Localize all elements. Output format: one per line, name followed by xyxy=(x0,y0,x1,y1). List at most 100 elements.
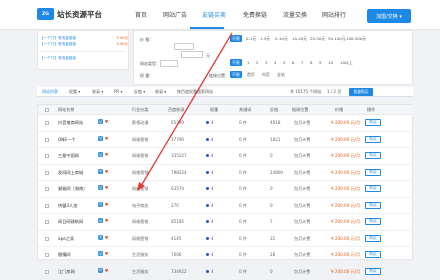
row-checkbox[interactable] xyxy=(45,204,49,208)
weight-option[interactable]: 6 xyxy=(292,60,294,65)
row-checkbox[interactable] xyxy=(45,253,49,257)
search-by-weight-link[interactable]: 按百度权重搜索网站 xyxy=(177,89,213,95)
link-option[interactable]: 首页 xyxy=(247,72,255,78)
price-option[interactable]: 10-20元 xyxy=(292,36,307,42)
tab-sort-index[interactable]: 收录 ▾ xyxy=(92,89,103,95)
table-row[interactable]: ONE一个 V ♥ 网络营销 17790 4 0 件 1821 包月计费 ¥ 2… xyxy=(38,132,414,149)
promo-row[interactable]: 【一个门】有流量链接 3.00元 xyxy=(40,36,128,41)
row-checkbox[interactable] xyxy=(45,171,49,175)
promo-row[interactable]: 【一个门】有流量链接 3.00元 xyxy=(40,42,128,47)
nav-traffic-exchange[interactable]: 流量交换 xyxy=(283,10,307,19)
site-name[interactable]: 网日网建筑网 xyxy=(58,219,83,225)
table-row[interactable]: 江门房网 V ♥ 生活服务 734922 4 0 件 0 包月计费 ¥ 200.… xyxy=(38,264,414,280)
buy-button[interactable]: 购买 xyxy=(365,251,381,258)
weight-icon xyxy=(206,220,209,223)
price-option[interactable]: 5-10元 xyxy=(275,36,288,42)
site-logo[interactable]: ZG 站长资源平台 xyxy=(37,8,102,20)
price-option[interactable]: 100-500元 xyxy=(346,36,366,42)
nav-ranking[interactable]: 网站排行 xyxy=(322,10,346,19)
weight-option[interactable]: 8 xyxy=(310,60,312,65)
buy-button[interactable]: 购买 xyxy=(365,136,381,143)
weight-option[interactable]: 4 xyxy=(274,60,276,65)
tab-sort-index2[interactable]: 收录 ▾ xyxy=(155,89,166,95)
row-checkbox[interactable] xyxy=(45,121,49,125)
site-name[interactable]: 发网网上商城 xyxy=(58,170,83,176)
buy-button[interactable]: 购买 xyxy=(365,152,381,159)
tab-sort-pr[interactable]: PR ▾ xyxy=(114,89,122,94)
site-name[interactable]: 快盟3人加 xyxy=(58,203,77,209)
buy-button[interactable]: 购买 xyxy=(365,235,381,242)
site-name[interactable]: 傲慢网 xyxy=(58,252,71,258)
nav-home[interactable]: 首页 xyxy=(135,10,147,19)
table-row[interactable]: 快盟3人加 V ♥ 电子商务 370 4 0 件 0 包月计费 ¥ 200.00… xyxy=(38,198,414,215)
keyword-count: 0 件 xyxy=(239,186,247,192)
price-max-input[interactable] xyxy=(181,51,203,58)
weight-label: 权 重： xyxy=(140,73,153,79)
tab-sort-backlinks[interactable]: 反链 ▾ xyxy=(134,89,145,95)
price-option[interactable]: 不限 xyxy=(230,35,242,42)
weight-option[interactable]: 10 xyxy=(328,60,333,65)
promo-box: 【一个门】有流量链接 3.00元 【一个门】有流量链接 3.00元 【一个门】有… xyxy=(37,30,129,70)
price-label: 价 格： xyxy=(140,37,153,43)
baidu-count: 734922 xyxy=(171,269,187,274)
site-name[interactable]: ape之家 xyxy=(58,236,74,242)
site-name[interactable]: 湘雅网（湖南） xyxy=(58,186,87,192)
site-category: 网络营销 xyxy=(132,153,148,159)
row-checkbox[interactable] xyxy=(45,220,49,224)
nav-free-exchange[interactable]: 免费换链 xyxy=(243,10,267,19)
site-name[interactable]: 江门房网 xyxy=(58,269,75,275)
buy-button[interactable]: 购买 xyxy=(365,169,381,176)
weight-option[interactable]: 10以上 xyxy=(340,60,353,66)
hot-icon: ♥ xyxy=(104,169,109,174)
verified-icon: V xyxy=(98,185,103,190)
weight-option[interactable]: 9 xyxy=(319,60,321,65)
keyword-count: 0 件 xyxy=(239,219,247,225)
price-option[interactable]: 0-1元 xyxy=(246,36,256,42)
nav-ads[interactable]: 网站广告 xyxy=(163,10,187,19)
tab-sort-weight[interactable]: 权重 ▾ xyxy=(69,89,80,95)
price-min-input[interactable] xyxy=(174,43,194,50)
tab-site-list[interactable]: 网站列表 xyxy=(42,89,58,95)
price-option[interactable]: 50-100元 xyxy=(328,36,346,42)
site-name[interactable]: ONE一个 xyxy=(58,137,75,143)
table-row[interactable]: 发网网上商城 V ♥ 网络营销 798224 4 0 件 14800 包月计费 … xyxy=(38,165,414,182)
join-button[interactable]: 加盟/交换 ▾ xyxy=(367,9,411,23)
weight-option[interactable]: 2 xyxy=(256,60,258,65)
table-row[interactable]: 抖音电商网站 V ♥ 影视动漫 55349 4 0 件 4918 包月计费 ¥ … xyxy=(38,115,414,132)
weight-option[interactable]: 1 xyxy=(247,60,249,65)
table-row[interactable]: 三星中国网 V ♥ 网络营销 335227 4 0 件 0 包月计费 ¥ 200… xyxy=(38,148,414,165)
row-checkbox[interactable] xyxy=(45,237,49,241)
table-row[interactable]: 傲慢网 V ♥ 生活服务 7006 4 0 件 28 包月计费 ¥ 200.00… xyxy=(38,247,414,264)
link-option[interactable]: 内页 xyxy=(262,72,270,78)
row-checkbox[interactable] xyxy=(45,154,49,158)
promo-row[interactable]: 【一个门】有流量链接 xyxy=(40,56,128,61)
type-select[interactable] xyxy=(160,60,178,67)
nav-friendlink-trade[interactable]: 友链买卖 xyxy=(202,10,226,19)
site-name[interactable]: 三星中国网 xyxy=(58,153,79,159)
price: ¥ 200.00 元/月 xyxy=(331,203,360,209)
select-all-checkbox[interactable] xyxy=(45,108,49,112)
table-row[interactable]: ape之家 V ♥ 网络营销 4145 4 0 件 31 包月计费 ¥ 200.… xyxy=(38,231,414,248)
buy-button[interactable]: 购买 xyxy=(365,185,381,192)
site-name[interactable]: 抖音电商网站 xyxy=(58,120,83,126)
weight-option[interactable]: 3 xyxy=(265,60,267,65)
row-checkbox[interactable] xyxy=(45,187,49,191)
row-checkbox[interactable] xyxy=(45,270,49,274)
price-option[interactable]: 20-50元 xyxy=(310,36,325,42)
row-checkbox[interactable] xyxy=(45,138,49,142)
buy-button[interactable]: 购买 xyxy=(365,202,381,209)
buy-button[interactable]: 购买 xyxy=(365,218,381,225)
col-header-price: 价格 xyxy=(335,107,343,113)
buy-button[interactable]: 购买 xyxy=(365,119,381,126)
price-option[interactable]: 1-5元 xyxy=(260,36,270,42)
link-option[interactable]: 不限 xyxy=(230,71,242,78)
weight-option[interactable]: 7 xyxy=(301,60,303,65)
buy-button[interactable]: 购买 xyxy=(365,268,381,275)
table-row[interactable]: 湘雅网（湖南） V ♥ 网络营销 63574 4 0 件 0 包月计费 ¥ 20… xyxy=(38,181,414,198)
table-row[interactable]: 网日网建筑网 V ♥ 网络营销 85185 4 0 件 7 包月计费 ¥ 200… xyxy=(38,214,414,231)
weight-option[interactable]: 5 xyxy=(283,60,285,65)
weight-value: 4 xyxy=(211,153,214,158)
link-option[interactable]: 全站 xyxy=(277,72,285,78)
bulk-buy-button[interactable]: 批量购买 xyxy=(349,88,373,96)
weight-option[interactable]: 不限 xyxy=(230,59,242,66)
